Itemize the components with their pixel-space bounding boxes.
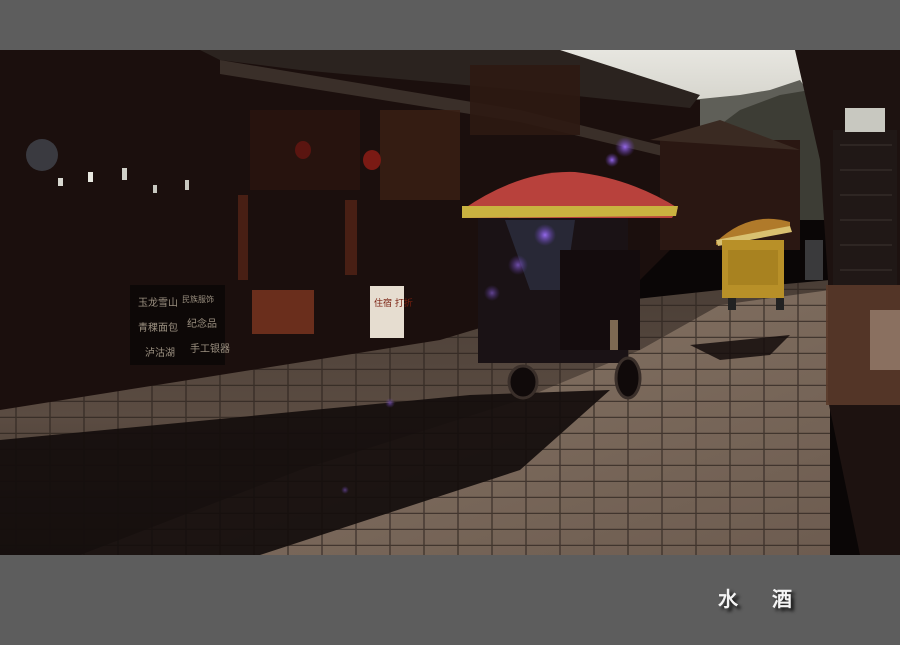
svg-text:住宿 打折: 住宿 打折 <box>374 297 413 309</box>
sign-line: 青稞面包 <box>138 321 178 334</box>
sign-line: 纪念品 <box>187 317 217 330</box>
sign-line: 手工银器 <box>190 342 230 355</box>
lens-flare <box>615 137 635 157</box>
shop-poster <box>252 290 314 334</box>
street-lamp <box>26 139 58 171</box>
sign-line: 民族服饰 <box>182 294 214 304</box>
signature-char: 水 <box>718 587 738 611</box>
street-photo: 玉龙雪山 青稞面包 泸沽湖 民族服饰 纪念品 手工银器 住宿 打折 <box>0 50 900 555</box>
street-scene-image: 玉龙雪山 青稞面包 泸沽湖 民族服饰 纪念品 手工银器 住宿 打折 <box>0 50 900 555</box>
red-lantern <box>363 150 381 170</box>
wall-plaque <box>845 108 885 132</box>
pedestrian <box>805 240 823 280</box>
sign-line: 泸沽湖 <box>145 346 175 359</box>
shop-sign-board: 玉龙雪山 青稞面包 泸沽湖 民族服饰 纪念品 手工银器 <box>130 285 230 365</box>
sign-line: 玉龙雪山 <box>138 296 178 309</box>
signature-char: 酒 <box>772 587 792 611</box>
photo-frame: 玉龙雪山 青稞面包 泸沽湖 民族服饰 纪念品 手工银器 住宿 打折 <box>0 0 900 645</box>
